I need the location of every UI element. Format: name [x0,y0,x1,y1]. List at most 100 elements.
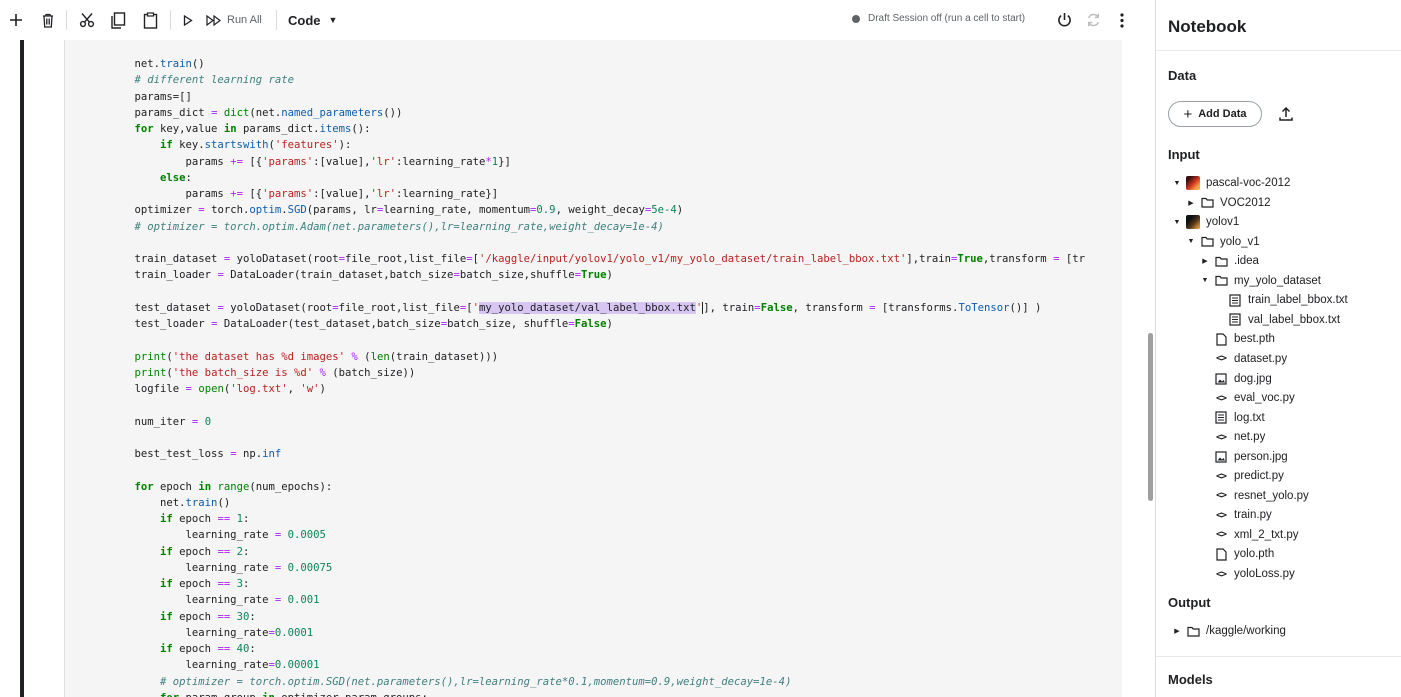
file-tree-item[interactable]: val_label_bbox.txt [1214,311,1340,329]
file-tree-label: person.jpg [1234,450,1288,463]
file-tree-item[interactable]: <> predict.py [1200,467,1284,485]
code-token: 'the dataset has %d images' [172,350,346,363]
code-editor[interactable]: net.train() # different learning rate pa… [109,56,1085,697]
file-tree-item[interactable]: <> net.py [1200,428,1265,446]
code-token: == [217,610,231,623]
file-tree-item[interactable]: train_label_bbox.txt [1214,291,1348,309]
collapse-caret-icon[interactable]: ▶ [1172,627,1182,635]
file-tree-item[interactable]: ▼ my_yolo_dataset [1200,272,1321,290]
copy-cell-button[interactable] [107,8,129,32]
file-tree-item[interactable]: <> xml_2_txt.py [1200,526,1299,544]
code-file-icon: <> [1215,568,1227,580]
code-token: for [109,480,154,493]
file-tree-item[interactable]: dog.jpg [1200,370,1272,388]
toolbar-divider [66,10,67,30]
code-token: (num_epochs): [249,480,333,493]
code-token: dict [217,106,250,119]
code-token: key,value [153,123,224,135]
power-button[interactable] [1054,8,1074,32]
code-token: if [109,610,173,623]
file-tree-item[interactable]: yolo.pth [1200,545,1274,563]
code-token: # optimizer = torch.optim.Adam(net.param… [109,220,664,233]
code-token: 'params' [262,155,314,168]
file-tree-item[interactable]: <> eval_voc.py [1200,389,1295,407]
toolbar-divider [170,10,171,30]
file-tree-label: train_label_bbox.txt [1248,294,1348,307]
scrollbar-thumb[interactable] [1148,333,1153,501]
paste-cell-button[interactable] [139,8,161,32]
code-line: learning_rate = 0.00075 [109,560,1085,576]
file-tree-item[interactable]: <> resnet_yolo.py [1200,487,1309,505]
code-token: True [581,269,607,282]
code-token: batch_size,shuffle [459,269,575,282]
cell-type-dropdown[interactable]: Code ▼ [288,8,348,32]
output-tree-item[interactable]: ▶ /kaggle/working [1172,622,1286,640]
file-tree-item[interactable]: log.txt [1200,409,1265,427]
code-token: 0 [198,415,212,428]
file-tree-label: eval_voc.py [1234,392,1295,405]
code-line: print('the batch_size is %d' % (batch_si… [109,365,1085,381]
code-line: for param_group in optimizer.param_group… [109,690,1085,697]
run-cell-button[interactable] [180,8,196,32]
upload-button[interactable] [1278,106,1294,122]
file-tree-label: train.py [1234,509,1272,522]
delete-cell-button[interactable] [38,8,58,32]
file-tree-item[interactable]: ▼ yolo_v1 [1186,233,1260,251]
file-tree-label: yolov1 [1206,216,1240,229]
cut-cell-button[interactable] [76,8,98,32]
more-options-button[interactable] [1112,8,1132,32]
code-token: for [109,692,179,697]
code-token: torch. [204,204,250,217]
code-token: learning_rate [109,529,275,542]
file-tree-item[interactable]: <> yoloLoss.py [1200,565,1295,583]
run-all-button[interactable]: Run All [206,8,266,32]
code-line: train_dataset = yoloDataset(root=file_ro… [109,251,1085,267]
file-tree-item[interactable]: person.jpg [1200,448,1288,466]
active-cell-indicator [20,40,24,697]
code-token: ) [319,383,326,395]
restart-button[interactable] [1083,8,1103,32]
file-tree-item[interactable]: <> dataset.py [1200,350,1287,368]
file-tree-label: log.txt [1234,411,1265,424]
code-token: : [242,513,250,525]
file-tree-item[interactable]: best.pth [1200,330,1275,348]
expand-caret-icon[interactable]: ▼ [1186,238,1196,245]
add-cell-button[interactable] [6,8,26,32]
code-line: if epoch == 2: [109,544,1085,560]
file-tree-item[interactable]: ▼ yolov1 [1172,213,1239,231]
collapse-caret-icon[interactable]: ▶ [1200,257,1210,265]
code-line: for epoch in range(num_epochs): [109,479,1085,495]
code-file-icon: <> [1215,353,1227,365]
code-token: 40 [230,643,250,655]
file-tree-item[interactable]: ▶ .idea [1200,252,1259,270]
add-data-button[interactable]: + Add Data [1168,101,1262,127]
file-tree-item[interactable]: ▶ VOC2012 [1186,194,1270,212]
code-token: DataLoader(train_dataset,batch_size [223,269,454,282]
expand-caret-icon[interactable]: ▼ [1200,277,1210,284]
file-tree-item[interactable]: <> train.py [1200,506,1272,524]
code-line: logfile = open('log.txt', 'w') [109,381,1085,397]
code-token: [{ [242,188,263,200]
code-token: else [109,171,186,184]
expand-caret-icon[interactable]: ▼ [1172,219,1182,226]
session-status-text: Draft Session off (run a cell to start) [868,13,1026,24]
code-cell[interactable]: net.train() # different learning rate pa… [64,40,1122,697]
code-line: params=[] [109,89,1085,105]
code-token: ): [338,139,352,152]
code-token: [tr [1059,253,1085,265]
code-token: :[value], [313,155,371,168]
upload-icon [1279,106,1293,121]
file-tree-label: val_label_bbox.txt [1248,313,1341,326]
play-icon [183,14,193,26]
expand-caret-icon[interactable]: ▼ [1172,180,1182,187]
collapse-caret-icon[interactable]: ▶ [1186,199,1196,207]
file-icon [1214,332,1228,346]
code-token: 2 [230,545,243,558]
file-tree-item[interactable]: ▼ pascal-voc-2012 [1172,174,1290,192]
add-data-label: Add Data [1198,108,1247,120]
code-token: range [211,480,250,493]
code-token: train_dataset [109,253,224,265]
code-line: num_iter = 0 [109,414,1085,430]
